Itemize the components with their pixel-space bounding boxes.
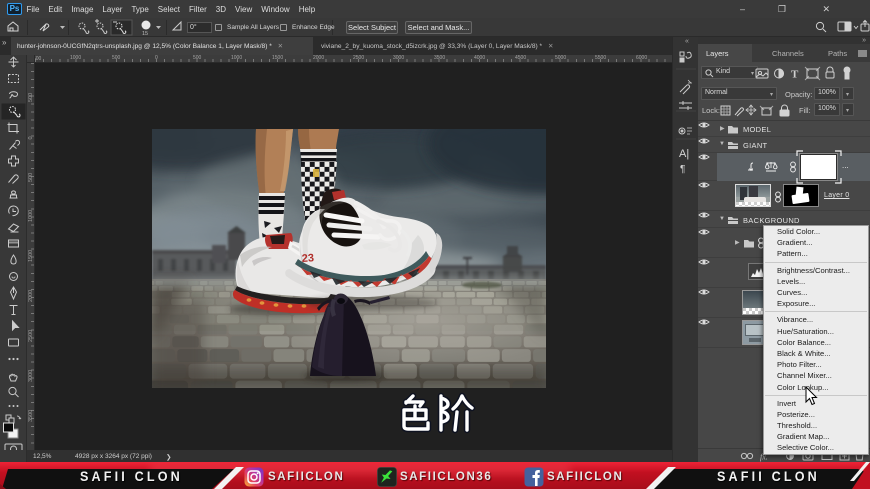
svg-text:A|: A| bbox=[679, 148, 689, 160]
svg-text:¶: ¶ bbox=[680, 164, 685, 175]
svg-text:T: T bbox=[791, 69, 799, 81]
